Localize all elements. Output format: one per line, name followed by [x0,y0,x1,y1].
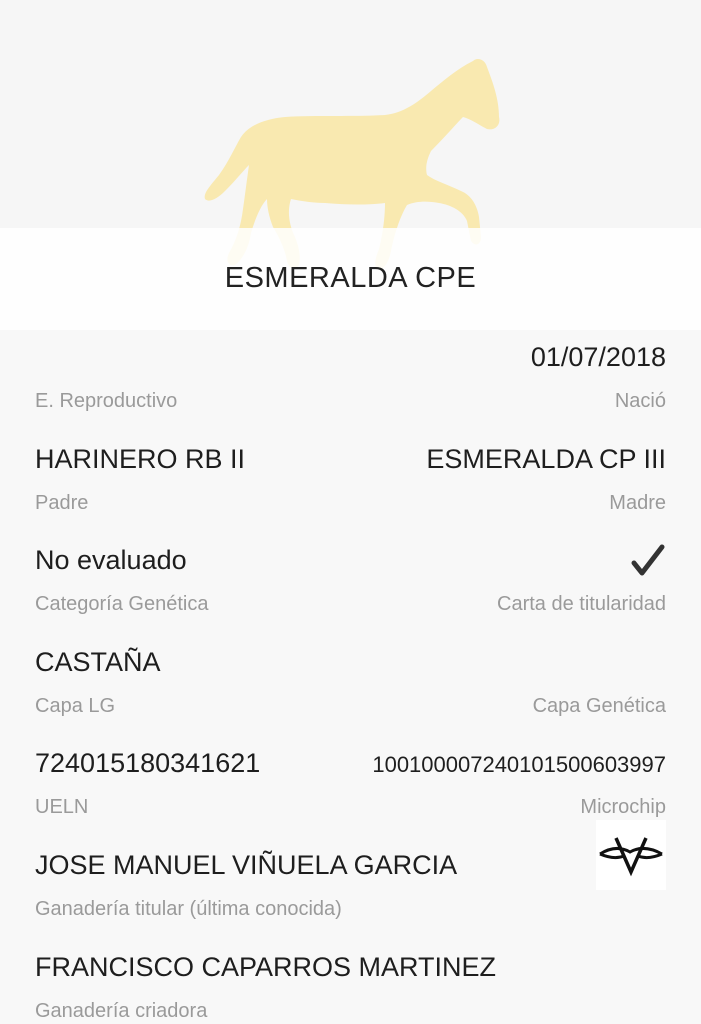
details-panel: 01/07/2018 E. Reproductivo Nació HARINER… [0,330,701,1024]
birth-date-value: 01/07/2018 [530,342,666,372]
breeder-ranch-label: Ganadería criadora [35,1000,208,1022]
owner-ranch-label: Ganadería titular (última conocida) [35,898,342,920]
checkmark-icon [631,544,665,576]
microchip-label: Microchip [580,796,666,818]
horse-header: ESMERALDA CPE [0,0,701,330]
horse-name-title: ESMERALDA CPE [224,262,477,294]
capa-genetica-label: Capa Genética [532,695,666,717]
ueln-value: 724015180341621 [35,748,261,778]
microchip-value: 100100007240101500603997 [372,752,666,777]
capa-lg-label: Capa LG [35,695,116,717]
ueln-label: UELN [35,796,89,818]
mother-value[interactable]: ESMERALDA CP III [426,444,666,475]
nacio-label: Nació [614,390,666,412]
breeder-ranch-value[interactable]: FRANCISCO CAPARROS MARTINEZ [35,952,496,983]
owner-ranch-value[interactable]: JOSE MANUEL VIÑUELA GARCIA [35,850,457,881]
title-card-label: Carta de titularidad [497,593,666,615]
e-reproductivo-label: E. Reproductivo [35,390,178,412]
father-value[interactable]: HARINERO RB II [35,444,245,475]
mother-label: Madre [609,492,666,514]
capa-lg-value: CASTAÑA [35,647,161,677]
father-label: Padre [35,492,89,514]
genetic-category-label: Categoría Genética [35,593,209,615]
brand-mark-icon [596,820,666,890]
genetic-category-value: No evaluado [35,545,187,575]
